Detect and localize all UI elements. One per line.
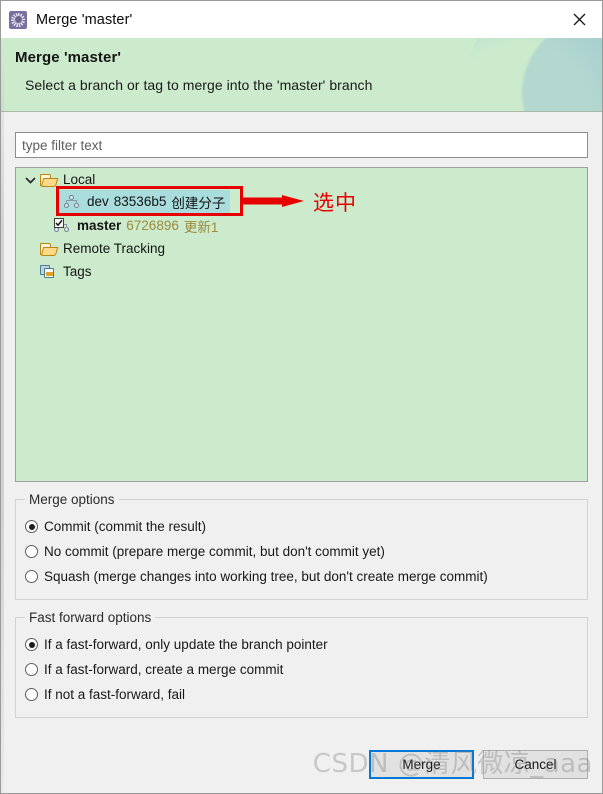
radio-ff-fail[interactable]: If not a fast-forward, fail: [16, 682, 587, 707]
fast-forward-options-group: Fast forward options If a fast-forward, …: [15, 610, 588, 718]
tree-item-remote-tracking[interactable]: Remote Tracking: [16, 237, 587, 260]
folder-open-icon: [38, 240, 58, 258]
tree-item-label: Remote Tracking: [63, 241, 166, 256]
annotation-arrow-icon: [242, 195, 304, 207]
tree-item-label: Tags: [63, 264, 92, 279]
dialog-button-bar: Merge Cancel: [369, 750, 588, 779]
close-button[interactable]: [556, 1, 602, 38]
dialog-header: Merge 'master' Select a branch or tag to…: [1, 38, 602, 112]
radio-ff-fail-label: If not a fast-forward, fail: [44, 687, 186, 702]
merge-options-group: Merge options Commit (commit the result)…: [15, 492, 588, 600]
tree-item-label: Local: [63, 172, 96, 187]
tree-item-local[interactable]: Local: [16, 168, 587, 191]
current-branch-check-icon: [54, 217, 64, 228]
radio-commit[interactable]: Commit (commit the result): [16, 514, 587, 539]
folder-open-icon: [38, 171, 58, 189]
radio-squash-label: Squash (merge changes into working tree,…: [44, 569, 488, 584]
radio-ff-create-commit[interactable]: If a fast-forward, create a merge commit: [16, 657, 587, 682]
radio-commit-label: Commit (commit the result): [44, 519, 207, 534]
search-input-placeholder: type filter text: [22, 137, 103, 153]
window-title: Merge 'master': [36, 11, 133, 28]
radio-ff-update-pointer[interactable]: If a fast-forward, only update the branc…: [16, 632, 587, 657]
cancel-button[interactable]: Cancel: [483, 750, 588, 779]
radio-commit-indicator[interactable]: [25, 520, 38, 533]
tree-item-label: master: [77, 218, 122, 233]
radio-no-commit[interactable]: No commit (prepare merge commit, but don…: [16, 539, 587, 564]
radio-no-commit-label: No commit (prepare merge commit, but don…: [44, 544, 385, 559]
merge-dialog: Merge 'master' Merge 'master' Select a b…: [0, 0, 603, 794]
git-branch-icon: [62, 193, 82, 211]
tree-item-label: dev: [87, 194, 109, 209]
header-title: Merge 'master': [15, 49, 122, 66]
git-branch-checked-icon: [52, 217, 72, 235]
radio-squash[interactable]: Squash (merge changes into working tree,…: [16, 564, 587, 589]
tree-item-tags[interactable]: Tags: [16, 260, 587, 283]
search-input[interactable]: type filter text: [15, 132, 588, 158]
tree-item-dev[interactable]: dev 83536b5 创建分子: [59, 190, 231, 213]
header-subtitle: Select a branch or tag to merge into the…: [25, 77, 373, 93]
tree-item-message: 创建分子: [171, 195, 226, 211]
annotation-label: 选中: [313, 191, 357, 215]
title-bar: Merge 'master': [1, 1, 602, 38]
tree-item-message: 更新1: [183, 219, 219, 235]
fast-forward-options-legend: Fast forward options: [25, 610, 156, 625]
tree-item-master[interactable]: master 6726896 更新1: [16, 214, 587, 237]
radio-ff-update-pointer-label: If a fast-forward, only update the branc…: [44, 637, 328, 652]
radio-ff-fail-indicator[interactable]: [25, 688, 38, 701]
tags-icon: [38, 263, 58, 281]
merge-icon: [9, 10, 27, 29]
radio-no-commit-indicator[interactable]: [25, 545, 38, 558]
merge-button[interactable]: Merge: [369, 750, 474, 779]
radio-ff-update-pointer-indicator[interactable]: [25, 638, 38, 651]
radio-ff-create-commit-label: If a fast-forward, create a merge commit: [44, 662, 284, 677]
merge-options-legend: Merge options: [25, 492, 119, 507]
branch-tree[interactable]: Local dev 83536b5 创建分子 master 6726896 更新…: [15, 167, 588, 482]
radio-squash-indicator[interactable]: [25, 570, 38, 583]
radio-ff-create-commit-indicator[interactable]: [25, 663, 38, 676]
tree-item-sha: 6726896: [126, 218, 179, 233]
close-icon: [573, 13, 585, 26]
dialog-body: type filter text Local dev 83536b5 创建分子 …: [1, 132, 602, 718]
chevron-down-icon[interactable]: [22, 176, 38, 184]
tree-item-sha: 83536b5: [113, 194, 167, 209]
